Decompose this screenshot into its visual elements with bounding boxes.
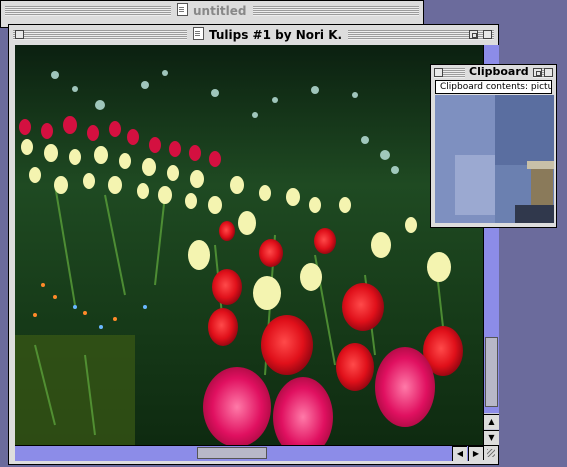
clipboard-titlebar[interactable]: Clipboard <box>431 65 556 81</box>
document-icon <box>193 27 204 40</box>
painting-canvas[interactable] <box>15 45 483 445</box>
document-icon <box>177 3 188 16</box>
scroll-down-arrow-icon[interactable]: ▼ <box>484 430 499 445</box>
horizontal-scroll-thumb[interactable] <box>197 447 267 459</box>
close-box-icon[interactable] <box>434 68 443 77</box>
untitled-title: untitled <box>193 4 247 18</box>
horizontal-scrollbar[interactable]: ◀ ▶ <box>15 445 483 461</box>
collapse-box-icon[interactable] <box>483 30 492 39</box>
clipboard-window[interactable]: Clipboard Clipboard contents: picture <box>430 64 557 228</box>
scroll-right-arrow-icon[interactable]: ▶ <box>468 446 483 461</box>
scroll-left-arrow-icon[interactable]: ◀ <box>452 446 467 461</box>
clipboard-contents-label: Clipboard contents: picture <box>435 80 552 94</box>
vertical-scroll-thumb[interactable] <box>485 337 498 407</box>
collapse-box-icon[interactable] <box>544 68 553 77</box>
scroll-up-arrow-icon[interactable]: ▲ <box>484 414 499 429</box>
zoom-box-icon[interactable] <box>469 30 478 39</box>
painting-window[interactable]: Tulips #1 by Nori K. ▲ ▼ ◀ ▶ <box>8 24 499 465</box>
clipboard-preview-image <box>435 95 554 223</box>
painting-titlebar[interactable]: Tulips #1 by Nori K. <box>9 25 498 45</box>
painting-title: Tulips #1 by Nori K. <box>209 28 343 42</box>
clipboard-picture-icon <box>435 95 554 223</box>
close-box-icon[interactable] <box>15 30 24 39</box>
grow-box-icon[interactable] <box>483 445 498 460</box>
tulip-painting-image <box>15 45 483 445</box>
zoom-box-icon[interactable] <box>533 68 542 77</box>
untitled-titlebar[interactable]: untitled <box>1 1 423 21</box>
clipboard-title: Clipboard <box>465 65 533 79</box>
